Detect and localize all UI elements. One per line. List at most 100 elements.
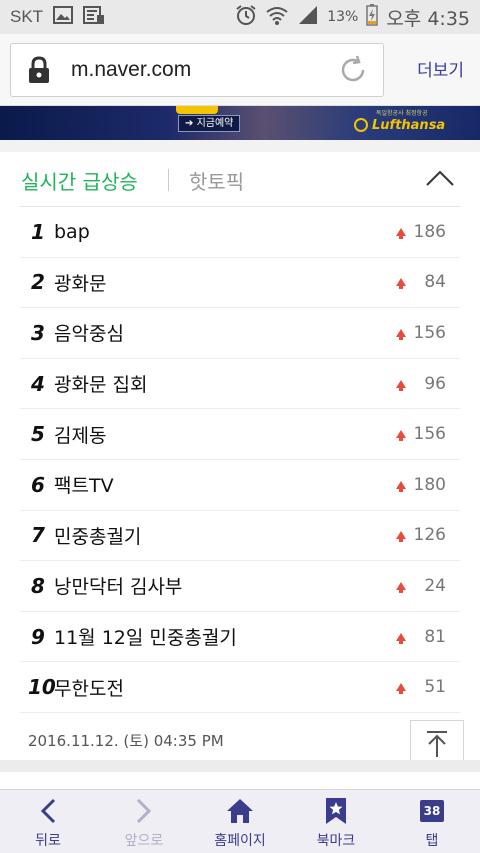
more-button[interactable]: 더보기 (417, 56, 464, 81)
arrow-up-icon (396, 581, 406, 593)
rank-keyword[interactable]: 광화문 집회 (54, 370, 147, 397)
list-item[interactable]: 8 낭만닥터 김사부 24 (20, 561, 460, 612)
tabs-icon: 38 (417, 796, 448, 826)
rank-keyword[interactable]: 무한도전 (54, 674, 124, 701)
bookmark-icon (321, 796, 351, 826)
rank-number: 3 (31, 320, 45, 345)
tab-hot-topic[interactable]: 핫토픽 (189, 166, 244, 195)
carrier-label: SKT (10, 7, 44, 26)
list-item[interactable]: 1 bap 186 (20, 207, 460, 258)
chevron-right-icon (129, 796, 159, 826)
trending-tabs: 실시간 급상승 핫토픽 (0, 152, 480, 207)
change-value: 156 (413, 424, 446, 445)
list-item[interactable]: 6 팩트TV 180 (20, 460, 460, 511)
reload-icon[interactable] (337, 54, 369, 86)
rank-keyword[interactable]: 팩트TV (54, 471, 114, 498)
address-bar[interactable]: m.naver.com (10, 43, 384, 97)
rank-change: 186 (395, 207, 446, 257)
rank-keyword[interactable]: 김제동 (54, 421, 106, 448)
list-item[interactable]: 10 무한도전 51 (20, 662, 460, 713)
arrow-up-icon (396, 278, 406, 290)
ad-cta-label: 지금예약 (196, 118, 234, 129)
bottom-nav: 뒤로 앞으로 홈페이지 북마크 38 탭 (0, 789, 480, 853)
url-text[interactable]: m.naver.com (71, 58, 191, 82)
rank-change: 156 (395, 409, 446, 459)
list-item[interactable]: 9 11월 12일 민중총궐기 81 (20, 612, 460, 663)
rank-keyword[interactable]: bap (54, 221, 90, 243)
ad-banner[interactable]: ➔ 지금예약 독일항공사 최정항공 Lufthansa (0, 106, 480, 140)
alarm-icon (235, 4, 257, 31)
rank-change: 24 (396, 561, 446, 611)
nav-back-label: 뒤로 (35, 833, 61, 849)
trending-card: 실시간 급상승 핫토픽 1 bap 186 2 광화문 84 3 음악중심 15… (0, 152, 480, 760)
change-value: 180 (413, 474, 446, 495)
nav-home-button[interactable]: 홈페이지 (192, 790, 288, 853)
nav-back-button[interactable]: 뒤로 (0, 790, 96, 853)
battery-charging-icon (366, 3, 379, 31)
rank-change: 156 (395, 308, 446, 358)
arrow-up-to-top-icon (425, 730, 449, 762)
arrow-up-icon (395, 480, 406, 492)
list-item[interactable]: 5 김제동 156 (20, 409, 460, 460)
rank-change: 126 (395, 511, 446, 561)
change-value: 96 (424, 373, 446, 394)
update-timestamp: 2016.11.12. (토) 04:35 PM (28, 732, 224, 750)
arrow-up-icon (395, 531, 406, 543)
tab-divider (168, 169, 169, 191)
rank-number: 10 (28, 675, 56, 700)
rank-keyword[interactable]: 광화문 (54, 269, 106, 296)
change-value: 126 (413, 525, 446, 546)
rank-number: 6 (31, 472, 45, 497)
section-divider (0, 760, 480, 772)
rank-keyword[interactable]: 민중총궐기 (54, 522, 141, 549)
chevron-up-icon[interactable] (426, 170, 454, 186)
lufthansa-logo-icon (354, 118, 368, 132)
arrow-up-icon (395, 227, 406, 239)
rank-keyword[interactable]: 낭만닥터 김사부 (54, 572, 182, 599)
ad-small-text: 독일항공사 최정항공 (376, 110, 428, 117)
arrow-up-icon (396, 379, 406, 391)
list-item[interactable]: 4 광화문 집회 96 (20, 359, 460, 410)
change-value: 81 (424, 626, 446, 647)
arrow-up-icon (396, 632, 406, 644)
rank-number: 1 (31, 219, 45, 244)
change-value: 84 (424, 272, 446, 293)
browser-toolbar: m.naver.com 더보기 (0, 34, 480, 106)
tab-count-badge: 38 (420, 796, 448, 822)
ad-cta-button[interactable]: ➔ 지금예약 (178, 115, 241, 132)
list-item[interactable]: 7 민중총궐기 126 (20, 511, 460, 562)
nav-home-label: 홈페이지 (214, 833, 266, 849)
arrow-up-icon (395, 328, 406, 340)
next-section-peek (0, 772, 480, 790)
battery-percent: 13% (327, 9, 359, 25)
rank-change: 180 (395, 460, 446, 510)
nav-tabs-button[interactable]: 38 탭 (384, 790, 480, 853)
trending-list: 1 bap 186 2 광화문 84 3 음악중심 156 4 광화문 집회 9… (20, 207, 460, 713)
rank-number: 5 (31, 422, 45, 447)
rank-number: 2 (31, 270, 45, 295)
wifi-icon (265, 5, 289, 30)
list-item[interactable]: 3 음악중심 156 (20, 308, 460, 359)
rank-change: 96 (396, 359, 446, 409)
list-item[interactable]: 2 광화문 84 (20, 258, 460, 309)
nav-forward-button[interactable]: 앞으로 (96, 790, 192, 853)
change-value: 186 (413, 221, 446, 242)
arrow-up-icon (396, 683, 406, 695)
home-icon (225, 796, 255, 826)
rank-keyword[interactable]: 11월 12일 민중총궐기 (54, 623, 237, 650)
nav-tabs-label: 탭 (425, 833, 439, 849)
nav-bookmark-label: 북마크 (316, 833, 356, 849)
arrow-up-icon (395, 430, 406, 442)
nav-forward-label: 앞으로 (124, 833, 164, 849)
signal-icon (297, 5, 319, 30)
rank-keyword[interactable]: 음악중심 (54, 319, 124, 346)
nav-bookmark-button[interactable]: 북마크 (288, 790, 384, 853)
rank-number: 4 (31, 371, 45, 396)
lock-icon (27, 56, 51, 84)
status-bar: SKT 13% 오후 4:35 (0, 0, 480, 34)
rank-number: 9 (31, 624, 45, 649)
change-value: 24 (424, 575, 446, 596)
tab-realtime[interactable]: 실시간 급상승 (21, 166, 138, 195)
ad-brand: Lufthansa (372, 118, 446, 133)
rank-change: 84 (396, 258, 446, 308)
